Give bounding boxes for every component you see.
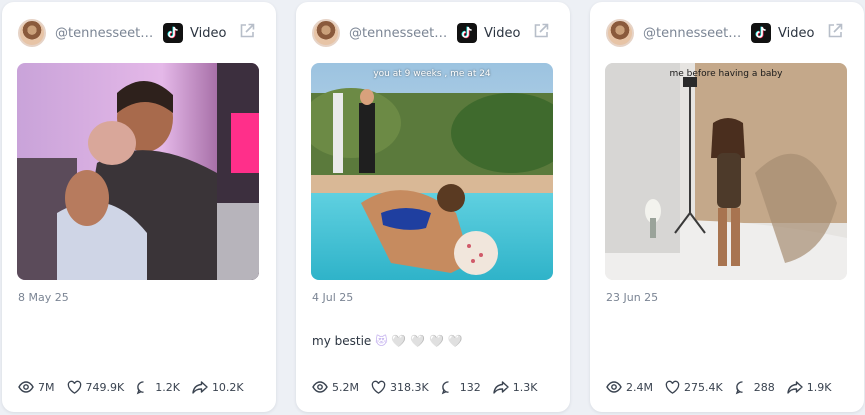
comments-count: 1.2K (155, 380, 180, 394)
external-link-icon[interactable] (238, 22, 256, 44)
comment-icon (136, 380, 144, 394)
comments-stat: 1.2K (136, 380, 180, 395)
likes-stat: 749.9K (67, 380, 125, 395)
comments-stat: 288 (735, 380, 775, 395)
post-date: 23 Jun 25 (606, 291, 659, 304)
shares-stat: 1.3K (493, 379, 538, 395)
eye-icon (18, 381, 34, 393)
engagement-stats: 5.2M 318.3K 132 1.3K (312, 379, 560, 395)
likes-count: 749.9K (85, 380, 125, 394)
heart-icon (665, 380, 680, 394)
views-stat: 5.2M (312, 379, 359, 395)
shares-count: 1.9K (806, 380, 832, 394)
views-count: 5.2M (332, 380, 359, 394)
shares-count: 10.2K (211, 380, 244, 394)
comments-count: 288 (753, 380, 775, 394)
card-header: @tennesseethr... Video (312, 18, 554, 48)
likes-count: 275.4K (683, 380, 723, 394)
eye-icon (312, 381, 328, 393)
post-card[interactable]: @tennesseethr... Video me before having … (590, 2, 864, 412)
card-header: @tennesseethr... Video (606, 18, 848, 48)
content-type-label: Video (190, 25, 227, 41)
tiktok-icon (163, 23, 183, 43)
post-card[interactable]: @tennesseethr... Video (296, 2, 570, 412)
caption-text: my bestie (312, 334, 372, 348)
views-stat: 2.4M (606, 379, 653, 395)
heart-icon (371, 380, 386, 394)
views-count: 7M (38, 380, 55, 394)
engagement-stats: 7M 749.9K 1.2K 10.2K (18, 379, 266, 395)
content-type-label: Video (778, 25, 815, 41)
comment-icon (735, 380, 743, 394)
creator-handle[interactable]: @tennesseethr... (349, 26, 449, 41)
comments-stat: 132 (441, 380, 481, 395)
creator-handle[interactable]: @tennesseethr... (643, 26, 743, 41)
likes-stat: 275.4K (665, 380, 723, 395)
engagement-stats: 2.4M 275.4K 288 1.9K (606, 379, 854, 395)
views-stat: 7M (18, 379, 55, 395)
video-thumbnail[interactable] (17, 63, 259, 280)
avatar[interactable] (312, 19, 340, 47)
share-icon (493, 381, 509, 394)
creator-handle[interactable]: @tennesseethr... (55, 26, 155, 41)
tiktok-icon (751, 23, 771, 43)
likes-count: 318.3K (389, 380, 429, 394)
avatar[interactable] (606, 19, 634, 47)
video-overlay-text: me before having a baby (669, 69, 783, 79)
share-icon (787, 381, 803, 394)
post-card[interactable]: @tennesseethr... Video (2, 2, 276, 412)
shares-stat: 1.9K (787, 379, 832, 395)
video-thumbnail[interactable]: you at 9 weeks , me at 24 (311, 63, 553, 280)
shares-count: 1.3K (512, 380, 538, 394)
avatar[interactable] (18, 19, 46, 47)
share-icon (192, 381, 208, 394)
post-date: 4 Jul 25 (312, 291, 354, 304)
external-link-icon[interactable] (826, 22, 844, 44)
shares-stat: 10.2K (192, 379, 244, 395)
caption-emojis: 😻 🤍 🤍 🤍 🤍 (375, 334, 463, 348)
post-date: 8 May 25 (18, 291, 69, 304)
eye-icon (606, 381, 622, 393)
post-caption: my bestie 😻 🤍 🤍 🤍 🤍 (312, 334, 463, 348)
comment-icon (441, 380, 449, 394)
likes-stat: 318.3K (371, 380, 429, 395)
external-link-icon[interactable] (532, 22, 550, 44)
video-overlay-text: you at 9 weeks , me at 24 (373, 69, 491, 79)
views-count: 2.4M (626, 380, 653, 394)
card-header: @tennesseethr... Video (18, 18, 260, 48)
content-type-label: Video (484, 25, 521, 41)
video-thumbnail[interactable]: me before having a baby (605, 63, 847, 280)
comments-count: 132 (459, 380, 481, 394)
tiktok-icon (457, 23, 477, 43)
heart-icon (67, 380, 81, 394)
